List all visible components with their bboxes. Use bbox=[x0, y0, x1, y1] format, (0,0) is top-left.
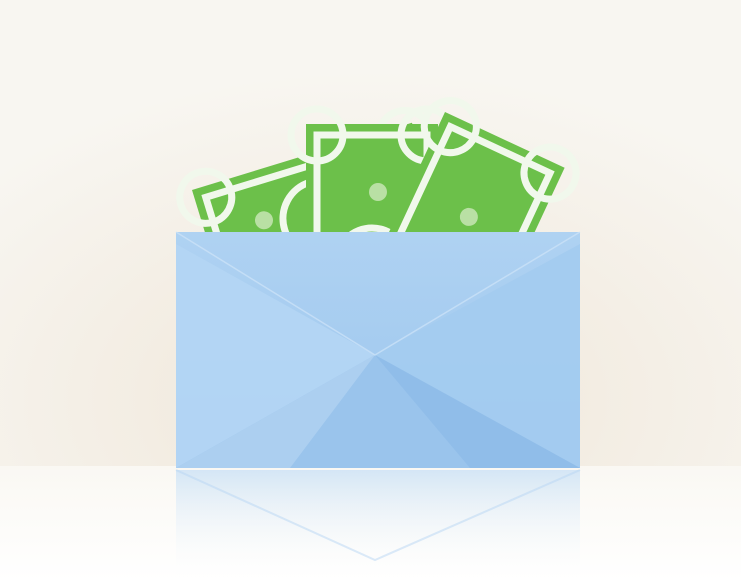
envelope-icon bbox=[175, 231, 581, 468]
money-envelope-illustration: $ bbox=[0, 0, 741, 581]
envelope-reflection bbox=[175, 469, 581, 581]
